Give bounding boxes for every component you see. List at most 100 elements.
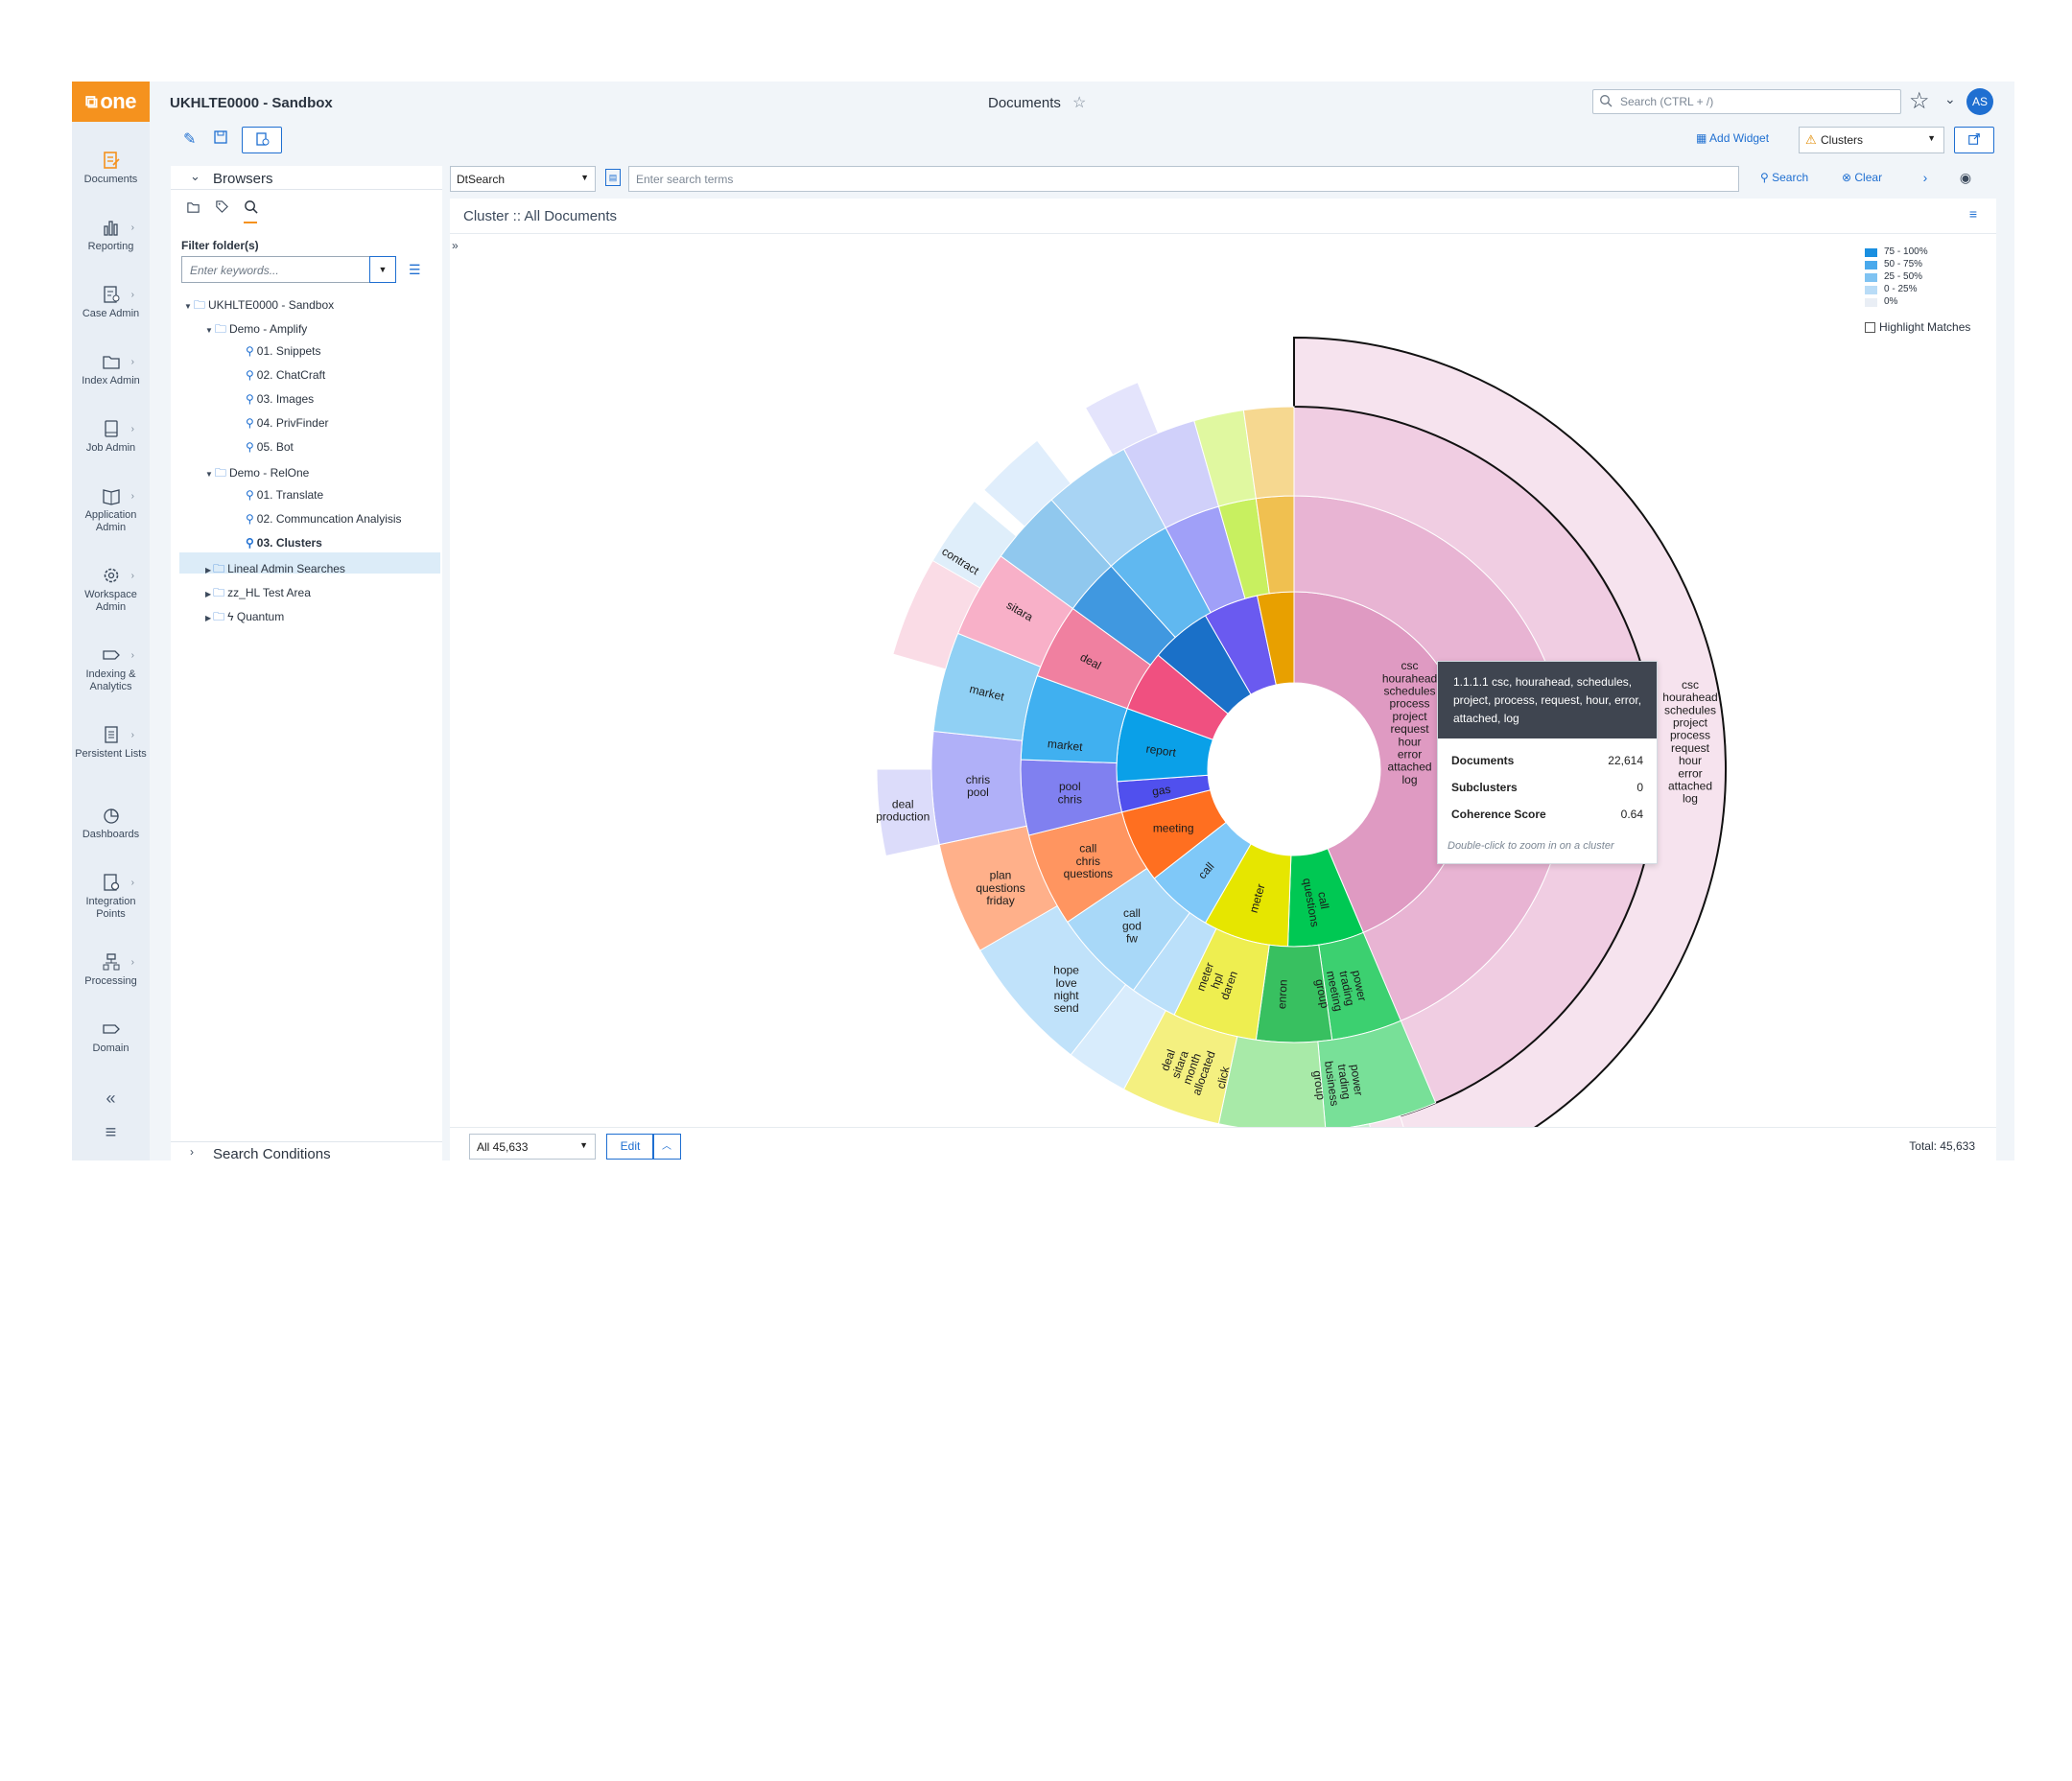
filter-keywords-input[interactable]: Enter keywords...: [181, 256, 370, 283]
edit-pencil-icon[interactable]: ✎: [183, 129, 200, 148]
global-search-input[interactable]: Search (CTRL + /): [1592, 89, 1901, 114]
search-placeholder: Search (CTRL + /): [1620, 95, 1714, 108]
tag-browser-tab-icon[interactable]: [215, 199, 230, 215]
tooltip-row: Coherence Score 0.64: [1451, 808, 1643, 821]
collapse-nav-icon[interactable]: «: [72, 1089, 150, 1109]
nav-processing[interactable]: › Processing: [72, 952, 150, 988]
chevron-right-icon: ›: [130, 290, 134, 300]
tree-label: 02. ChatCraft: [256, 368, 326, 382]
browsers-header[interactable]: ⌄ Browsers: [171, 166, 442, 190]
saved-search-icon: ⚲: [246, 440, 254, 454]
tree-item-chatcraft[interactable]: ⚲ 02. ChatCraft: [246, 368, 325, 382]
tree-item-images[interactable]: ⚲ 03. Images: [246, 392, 314, 406]
legend-label: 75 - 100%: [1884, 246, 1928, 257]
legend-label: 0%: [1884, 296, 1898, 307]
popout-button[interactable]: [1954, 127, 1994, 153]
nav-label: Case Admin: [82, 308, 140, 319]
search-conditions-header[interactable]: › Search Conditions: [171, 1141, 442, 1162]
clusters-select[interactable]: ⚠ Clusters ▼: [1799, 127, 1944, 153]
cluster-sunburst-chart[interactable]: csc hourahead schedules process project reque…: [450, 199, 1996, 1127]
tree-item-privfinder[interactable]: ⚲ 04. PrivFinder: [246, 416, 329, 430]
nav-index-admin[interactable]: › Index Admin: [72, 352, 150, 387]
edit-button[interactable]: Edit: [606, 1134, 654, 1160]
browsers-title: Browsers: [213, 171, 273, 187]
new-document-button[interactable]: [242, 127, 282, 153]
nav-label: Dashboards: [82, 829, 140, 840]
tooltip-row-label: Subclusters: [1451, 781, 1518, 794]
favorites-star-icon[interactable]: ☆: [1909, 87, 1930, 115]
search-button-label: Search: [1772, 171, 1809, 184]
tree-label: 05. Bot: [256, 440, 294, 454]
search-icon: ⚲: [1760, 171, 1773, 184]
cluster-label-outer: csc hourahead schedules project process reque…: [1662, 678, 1717, 806]
nav-application-admin[interactable]: › Application Admin: [72, 486, 150, 534]
count-select-label: All 45,633: [477, 1140, 529, 1154]
clear-button[interactable]: ⊗ Clear: [1842, 171, 1882, 184]
tree-item-quantum[interactable]: ▶ 🗀 ϟ Quantum: [205, 608, 284, 628]
tree-item-sandbox[interactable]: ▼ 🗀 UKHLTE0000 - Sandbox: [184, 296, 334, 316]
tree-item-snippets[interactable]: ⚲ 01. Snippets: [246, 344, 321, 358]
checkbox-box: [1865, 322, 1875, 334]
nav-case-admin[interactable]: › Case Admin: [72, 285, 150, 320]
tree-item-bot[interactable]: ⚲ 05. Bot: [246, 440, 294, 454]
nav-reporting[interactable]: › Reporting: [72, 218, 150, 253]
tree-item-hl-test-area[interactable]: ▶ 🗀 zz_HL Test Area: [205, 584, 311, 604]
new-document-icon: [256, 132, 270, 146]
nav-dashboards[interactable]: Dashboards: [72, 806, 150, 841]
user-avatar[interactable]: AS: [1966, 88, 1993, 115]
segment-label-gas: gas: [1151, 783, 1171, 799]
search-terms-input[interactable]: Enter search terms: [628, 166, 1739, 192]
caret-down-icon: ▼: [579, 1140, 588, 1150]
caret-right-icon: ▶: [205, 566, 212, 574]
nav-label: Reporting: [87, 241, 134, 252]
tree-item-demo-amplify[interactable]: ▼ 🗀 Demo - Amplify: [205, 320, 307, 340]
eye-icon[interactable]: ◉: [1952, 166, 1979, 190]
search-folder-icon: 🗀: [213, 586, 225, 599]
segment-label-pool-chris: pool chris: [1058, 780, 1082, 806]
logo[interactable]: ⧉ one: [72, 82, 150, 122]
save-icon[interactable]: [213, 129, 230, 147]
tree-label: Demo - Amplify: [228, 322, 308, 336]
chevron-right-icon[interactable]: ›: [1912, 166, 1939, 190]
bottom-bar: All 45,633 ▼ Edit ︿ Total: 45,633: [450, 1127, 1996, 1161]
hamburger-menu-icon[interactable]: ≡: [72, 1122, 150, 1144]
browser-panel: ⌄ Browsers Filter folder(s) Enter keywor…: [171, 166, 442, 1162]
folder-browser-tab-icon[interactable]: [186, 199, 201, 215]
tree-label: zz_HL Test Area: [227, 586, 311, 599]
tree-item-lineal-admin[interactable]: ▶ 🗀 Lineal Admin Searches: [205, 560, 345, 580]
case-admin-icon: [103, 286, 119, 303]
caret-down-icon: ▼: [205, 326, 213, 335]
chevron-up-icon[interactable]: ︿: [652, 1134, 681, 1160]
search-engine-select[interactable]: DtSearch ▼: [450, 166, 596, 192]
nav-integration-points[interactable]: › Integration Points: [72, 873, 150, 921]
add-widget-button[interactable]: ▦ Add Widget: [1696, 131, 1769, 145]
active-tab-indicator: [244, 222, 257, 223]
domain-tag-icon: [102, 1024, 120, 1034]
list-options-icon[interactable]: ☰: [409, 262, 421, 278]
nav-indexing-analytics[interactable]: › Indexing & Analytics: [72, 645, 150, 693]
nav-job-admin[interactable]: › Job Admin: [72, 419, 150, 455]
chevron-down-icon[interactable]: ⌄: [1944, 91, 1956, 107]
tree-item-translate[interactable]: ⚲ 01. Translate: [246, 488, 323, 502]
caret-down-icon: ▼: [580, 173, 589, 182]
nav-workspace-admin[interactable]: › Workspace Admin: [72, 566, 150, 614]
tree-item-communication-analysis[interactable]: ⚲ 02. Communcation Analyisis: [246, 512, 402, 526]
nav-documents[interactable]: Documents: [72, 151, 150, 186]
nav-persistent-lists[interactable]: › Persistent Lists: [72, 725, 150, 761]
favorite-page-star-icon[interactable]: ☆: [1072, 93, 1086, 112]
tree-label: Demo - RelOne: [228, 466, 310, 480]
highlight-matches-checkbox[interactable]: Highlight Matches: [1865, 320, 1970, 334]
chevron-right-icon: ›: [130, 223, 134, 233]
legend-swatch: [1865, 248, 1877, 257]
widget-icon: ▦: [1696, 131, 1710, 145]
popout-icon: [1968, 133, 1980, 145]
tree-item-demo-relone[interactable]: ▼ 🗀 Demo - RelOne: [205, 464, 309, 484]
dictionary-icon[interactable]: ▤: [605, 169, 621, 186]
nav-label: Application Admin: [84, 509, 137, 533]
saved-search-browser-tab-icon[interactable]: [244, 199, 259, 215]
search-button[interactable]: ⚲ Search: [1760, 171, 1808, 184]
tree-item-clusters[interactable]: ⚲ 03. Clusters: [246, 536, 322, 550]
document-count-select[interactable]: All 45,633 ▼: [469, 1134, 596, 1160]
nav-domain[interactable]: Domain: [72, 1019, 150, 1055]
filter-dropdown-button[interactable]: ▼: [369, 256, 396, 283]
